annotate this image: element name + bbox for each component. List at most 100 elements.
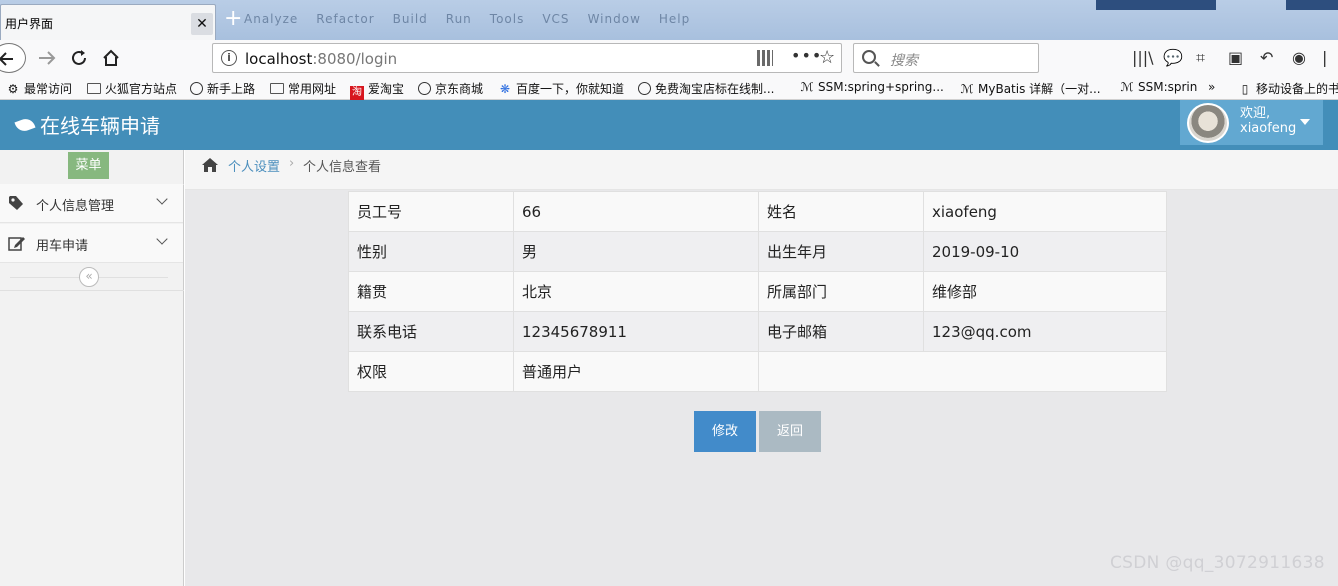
field-value: xiaofeng [923,191,1167,232]
undo-icon[interactable]: ↶ [1260,48,1273,67]
chevron-down-icon [156,193,168,205]
background-ide-menu: Analyze Refactor Build Run Tools VCS Window Hel… [244,12,691,26]
watermark: CSDN @qq_3072911638 [1110,553,1325,573]
window-close-strip [1286,0,1338,10]
baidu-paw-icon: ❋ [499,82,511,96]
bookmark-item[interactable]: ℳ SSM:spring+spring... [800,80,944,94]
qr-code-icon[interactable] [757,50,773,66]
empty-cell [758,351,1167,392]
bookmark-item[interactable]: ❋ 百度一下，你就知道 [498,80,624,97]
bookmark-item[interactable]: ℳ MyBatis 详解（一对... [960,80,1101,97]
field-label: 所属部门 [758,271,924,312]
field-label: 员工号 [348,191,514,232]
browser-tab-bar: 用户界面 ✕ + Analyze Refactor Build Run Tools VCS… [0,0,1338,40]
tag-icon [8,195,24,215]
chat-icon[interactable]: 💬 [1163,48,1183,67]
search-bar[interactable]: 搜索 [853,43,1039,73]
table-row: 性别 男 出生年月 2019-09-10 [348,231,1167,272]
sidebar-collapse-button[interactable]: « [79,267,99,287]
new-tab-icon[interactable]: + [224,6,242,31]
bookmark-item[interactable]: ⚙ 最常访问 [6,80,72,97]
site-info-icon[interactable]: i [221,50,237,66]
search-placeholder: 搜索 [890,53,918,69]
field-label: 电子邮箱 [758,311,924,352]
url-bar[interactable]: i localhost:8080/login ••• ☆ [212,43,842,73]
bookmark-item[interactable]: 常用网址 [270,80,336,97]
sidebar-item-label: 用车申请 [36,239,89,254]
csdn-icon: ℳ [1120,80,1134,94]
back-button[interactable] [0,43,26,73]
globe-icon [638,82,651,95]
arrow-left-icon [0,52,13,66]
globe-icon [418,82,431,95]
table-row: 员工号 66 姓名 xiaofeng [348,191,1167,232]
reload-icon [72,50,86,65]
profile-table: 员工号 66 姓名 xiaofeng 性别 男 出生年月 2019-09-10 … [348,191,1167,392]
taobao-icon: 淘 [350,86,364,100]
home-icon[interactable] [201,157,219,178]
tab-title: 用户界面 [5,17,54,31]
user-menu[interactable]: 欢迎, xiaofeng [1180,100,1323,145]
arrow-right-icon [39,51,56,65]
field-label: 权限 [348,351,514,392]
field-value: 北京 [513,271,759,312]
brand-title: 在线车辆申请 [40,114,160,138]
crop-icon[interactable]: ⌗ [1196,48,1205,68]
mobile-icon: ▯ [1241,82,1249,96]
welcome-username: xiaofeng [1240,121,1297,136]
url-text[interactable]: localhost:8080/login [245,50,397,68]
table-row: 联系电话 12345678911 电子邮箱 123@qq.com [348,311,1167,352]
folder-icon [87,83,101,94]
divider [0,290,184,291]
csdn-icon: ℳ [800,80,814,94]
bookmarks-overflow-icon[interactable]: » [1208,80,1215,94]
chevron-down-icon [156,233,168,245]
menu-icon[interactable]: | [1322,48,1327,67]
folder-icon [270,83,284,94]
sidebar-item-label: 个人信息管理 [36,199,115,214]
welcome-text: 欢迎, xiaofeng [1240,106,1296,136]
window-title-strip [1096,0,1216,10]
breadcrumb-link[interactable]: 个人设置 [228,156,280,175]
bookmark-star-icon[interactable]: ☆ [819,47,835,68]
sidebar-item-personal-info[interactable]: 个人信息管理 [0,184,183,223]
csdn-icon: ℳ [960,82,974,96]
bookmark-item[interactable]: 免费淘宝店标在线制... [638,80,774,97]
menu-button[interactable]: 菜单 [68,152,109,179]
page-actions-icon[interactable]: ••• [791,46,822,65]
forward-button[interactable] [32,44,62,72]
bookmark-item[interactable]: 新手上路 [190,80,255,97]
library-icon[interactable]: |||\ [1132,48,1154,67]
edit-button[interactable]: 修改 [694,411,756,452]
breadcrumb-current: 个人信息查看 [303,160,382,175]
bookmark-item[interactable]: 淘爱淘宝 [350,80,404,100]
tab-close-icon[interactable]: ✕ [191,13,213,35]
field-value: 123@qq.com [923,311,1167,352]
bookmark-item[interactable]: 火狐官方站点 [87,80,177,97]
reload-button[interactable] [64,44,94,72]
field-value: 2019-09-10 [923,231,1167,272]
gear-icon: ⚙ [7,82,19,96]
bookmark-item[interactable]: ℳ SSM:sprin [1120,80,1198,94]
home-button[interactable] [96,44,126,72]
browser-nav-bar: i localhost:8080/login ••• ☆ 搜索 |||\ 💬 ⌗… [0,40,1338,76]
bookmark-item[interactable]: 京东商城 [418,80,483,97]
account-icon[interactable]: ◉ [1292,48,1306,67]
table-row: 权限 普通用户 [348,351,1167,392]
leaf-icon [14,116,36,134]
bookmark-item[interactable]: ▯移动设备上的书签 [1238,80,1338,97]
sidebar-item-vehicle-request[interactable]: 用车申请 [0,224,183,263]
field-value: 维修部 [923,271,1167,312]
browser-tab-active[interactable]: 用户界面 ✕ [0,4,216,40]
brand[interactable]: 在线车辆申请 [14,110,160,139]
field-label: 出生年月 [758,231,924,272]
breadcrumb-separator: › [289,156,295,171]
search-icon [862,50,876,64]
back-button[interactable]: 返回 [759,411,821,452]
sidebar-icon[interactable]: ▣ [1228,48,1243,67]
app-header: 在线车辆申请 欢迎, xiaofeng [0,100,1338,150]
field-label: 联系电话 [348,311,514,352]
sidebar: 菜单 个人信息管理 用车申请 « [0,150,184,586]
caret-down-icon [1300,119,1310,125]
welcome-greeting: 欢迎, [1240,106,1271,121]
